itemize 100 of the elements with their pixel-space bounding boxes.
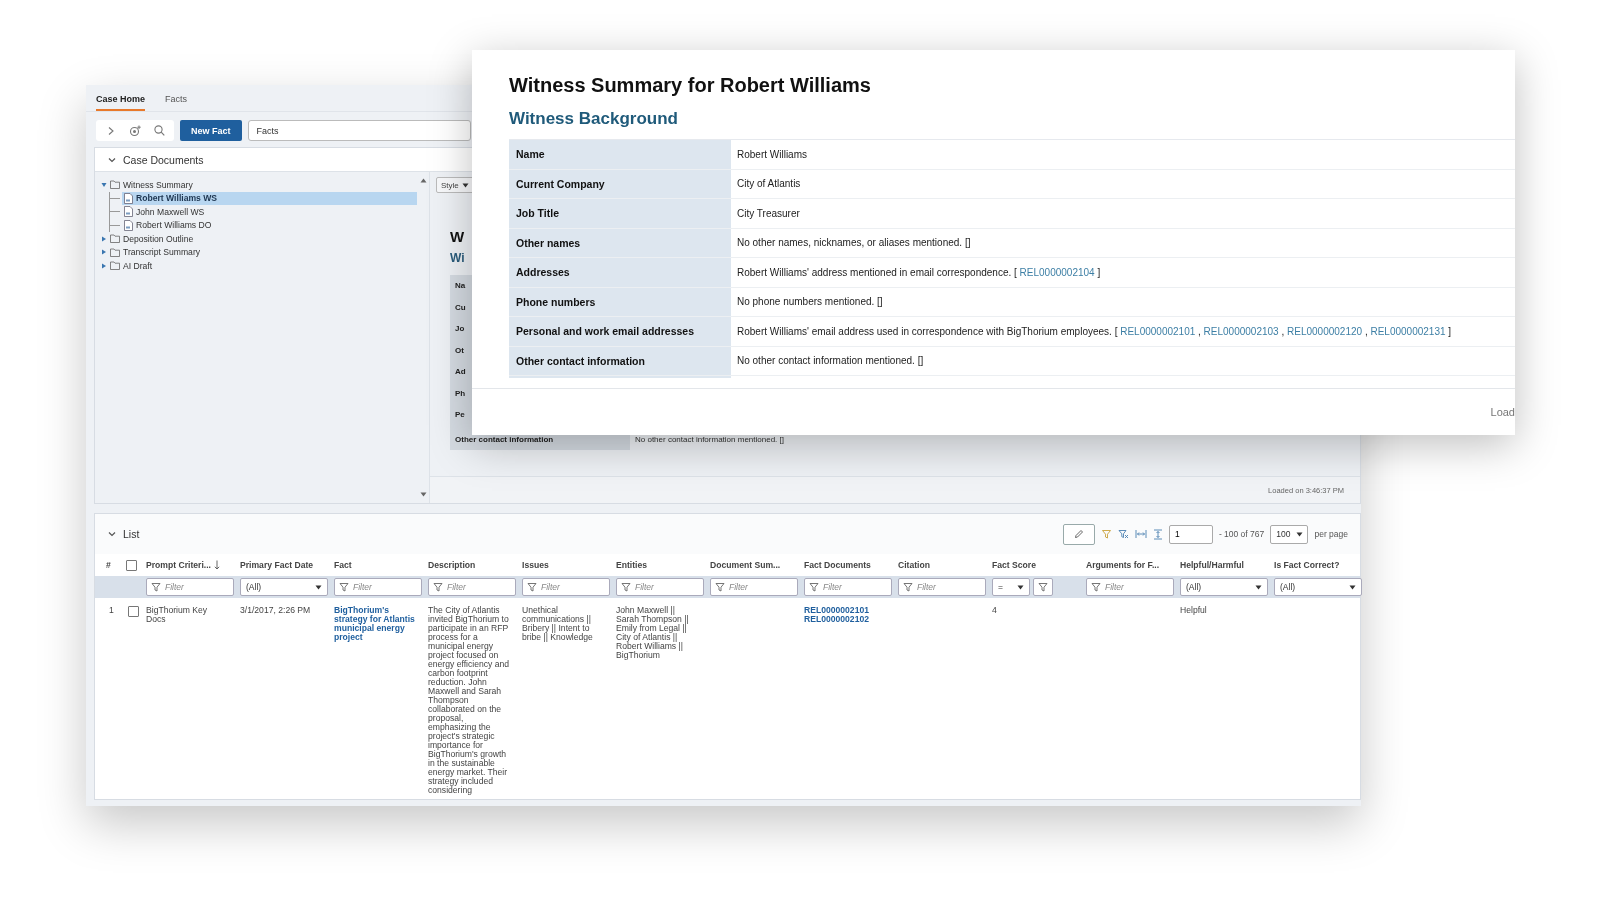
page-size-dropdown[interactable]: 100 [1270,524,1309,544]
filter-field[interactable]: Filter [428,578,516,596]
expand-triangle-icon[interactable] [100,181,107,188]
expand-triangle-icon[interactable] [100,235,107,242]
panel-title: Case Documents [123,153,204,166]
column-header[interactable]: Fact [331,554,425,576]
document-icon [124,192,133,204]
caret-icon [1296,531,1304,537]
column-header[interactable]: Arguments for F... [1083,554,1177,576]
row-checkbox[interactable] [127,606,139,617]
tab[interactable]: Facts [165,91,188,111]
column-header[interactable]: Fact Documents [801,554,895,576]
tree-item[interactable]: Transcript Summary [108,245,417,259]
filter-icon [151,582,161,592]
filter-icon [903,582,913,592]
section-heading: Witness Background [509,109,679,129]
column-header[interactable]: Helpful/Harmful [1177,554,1271,576]
tree-item[interactable]: Witness Summary [108,178,417,192]
tab[interactable]: Case Home [96,91,146,111]
column-header[interactable]: Primary Fact Date [237,554,331,576]
row-label: Addresses [516,266,570,279]
tree-item[interactable]: AI Draft [108,259,417,273]
window-title: Witness Summary for Robert Williams [509,74,872,97]
row-label: Ot [455,344,464,357]
filter-field[interactable]: Filter [804,578,892,596]
filter-field[interactable]: Filter [522,578,610,596]
tree-item[interactable]: Robert Williams WS [122,191,417,205]
column-header[interactable]: Citation [895,554,989,576]
row-label: Na [455,280,466,292]
status-text: Load [1490,406,1515,418]
chevron-down-icon[interactable] [107,529,117,539]
folder-icon [110,180,120,190]
filter-icon [433,582,443,592]
document-link[interactable]: REL0000002120 [1287,325,1363,337]
table-cell-text: Helpful [1179,604,1208,617]
clear-filter-icon[interactable] [1117,529,1129,539]
search-icon[interactable] [153,125,165,136]
row-value: No other contact information mentioned. [] [634,435,784,444]
document-icon [124,206,133,218]
column-header[interactable]: Description [425,554,519,576]
operator-dropdown[interactable]: = [992,578,1030,596]
scroll-up-icon[interactable] [419,178,427,183]
row-value: City of Atlantis [737,178,801,190]
column-header[interactable]: Document Sum... [707,554,801,576]
table-cell-text: 4 [991,604,998,617]
tree-item[interactable]: John Maxwell WS [122,205,417,219]
column-header[interactable]: Entities [613,554,707,576]
select-all-checkbox[interactable] [126,559,137,571]
search-field[interactable]: Facts [247,120,471,141]
scroll-down-icon[interactable] [419,492,427,497]
filter-icon [809,582,819,592]
tree-item[interactable]: Robert Williams DO [122,218,417,232]
column-header[interactable]: Issues [519,554,613,576]
document-link[interactable]: REL0000002101 [804,606,887,615]
sparkle-gear-icon[interactable] [129,124,141,137]
filter-dropdown[interactable]: (All) [1274,578,1362,596]
per-page-label: per page [1314,529,1348,539]
row-label: Ph [455,387,466,400]
row-label: Other contact information [455,435,554,444]
filter-field[interactable]: Filter [616,578,704,596]
filter-field[interactable]: Filter [710,578,798,596]
filter-field[interactable]: Filter [898,578,986,596]
fact-link[interactable]: BigThorium's strategy for Atlantis municipal energy project [334,606,417,643]
caret-icon [1349,584,1356,590]
column-width-icon[interactable] [1134,529,1147,539]
filter-field[interactable]: Filter [1086,578,1174,596]
column-header[interactable]: Fact Score [989,554,1083,576]
caret-icon [1017,584,1024,590]
row-label: Jo [455,323,465,335]
row-label: Current Company [516,177,605,190]
expand-triangle-icon[interactable] [100,249,107,256]
filter-button[interactable] [1033,578,1053,596]
row-height-icon[interactable] [1152,528,1163,540]
new-fact-button[interactable]: New Fact [180,120,242,141]
page-field[interactable]: 1 [1168,524,1213,544]
document-link[interactable]: REL0000002102 [804,615,887,625]
document-heading: Wi [450,251,465,265]
document-link[interactable]: REL0000002131 [1370,325,1446,337]
sort-arrow-icon[interactable] [213,560,220,570]
filter-dropdown[interactable]: (All) [240,578,328,596]
table-cell-text: BigThorium Key Docs [145,604,209,626]
column-header[interactable]: Is Fact Correct? [1271,554,1365,576]
chevron-right-icon[interactable] [107,125,115,136]
edit-button[interactable] [1062,523,1095,545]
column-header[interactable]: Prompt Criteri... [143,554,237,576]
style-dropdown[interactable]: Style [436,177,474,193]
filter-dropdown[interactable]: (All) [1180,578,1268,596]
tree-item[interactable]: Deposition Outline [108,232,417,246]
filter-icon [339,582,349,592]
row-value: City Treasurer [737,207,800,219]
expand-triangle-icon[interactable] [100,262,107,269]
pencil-icon [1073,529,1084,539]
document-link[interactable]: REL0000002101 [1120,325,1196,337]
filter-field[interactable]: Filter [146,578,234,596]
row-value: Robert Williams' email address used in correspondence with BigThorium employees. [ REL0000002101 , REL0000002103 , REL0000002120 , REL0000002131 ] [737,325,1452,337]
document-link[interactable]: REL0000002104 [1019,266,1095,278]
document-link[interactable]: REL0000002103 [1203,325,1279,337]
filter-icon [1038,582,1048,592]
filter-field[interactable]: Filter [334,578,422,596]
filter-icon [1091,582,1101,592]
